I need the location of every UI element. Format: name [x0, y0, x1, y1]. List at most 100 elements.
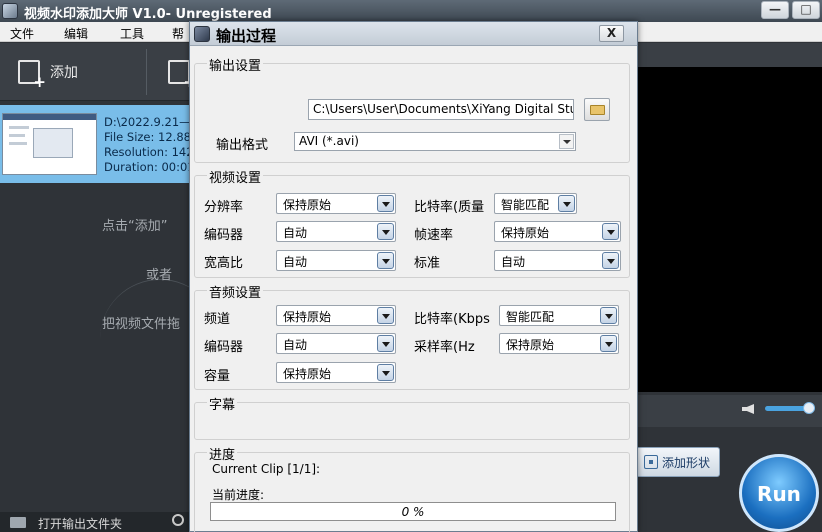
- file-resolution: Resolution: 142: [104, 145, 194, 159]
- current-progress-bar: 0 %: [210, 502, 616, 521]
- thumbnail-line: [9, 134, 25, 137]
- audio-channel-label: 频道: [204, 312, 231, 327]
- chevron-down-icon: [377, 223, 394, 240]
- search-icon[interactable]: [172, 514, 184, 526]
- video-aspect-select[interactable]: 自动: [276, 250, 396, 271]
- chevron-down-icon: [602, 223, 619, 240]
- video-settings-title: 视频设置: [207, 167, 264, 186]
- video-encoder-value: 自动: [283, 226, 308, 240]
- video-standard-label: 标准: [414, 256, 441, 271]
- video-resolution-label: 分辨率: [204, 200, 244, 215]
- video-thumbnail: [2, 113, 97, 175]
- audio-bitrate-value: 智能匹配: [506, 310, 555, 324]
- video-framerate-value: 保持原始: [501, 226, 550, 240]
- output-format-select[interactable]: AVI (*.avi): [294, 132, 576, 151]
- add-file-label: 添加: [50, 65, 78, 81]
- app-title: 视频水印添加大师 V1.0- Unregistered: [24, 7, 272, 22]
- dialog-titlebar: 输出过程 X: [190, 22, 637, 46]
- chevron-down-icon: [559, 134, 574, 149]
- player-controls: [637, 395, 822, 427]
- video-framerate-select[interactable]: 保持原始: [494, 221, 621, 242]
- audio-bitrate-label: 比特率(Kbps: [414, 312, 490, 327]
- dialog-close-button[interactable]: X: [599, 25, 624, 42]
- audio-encoder-select[interactable]: 自动: [276, 333, 396, 354]
- dialog-title: 输出过程: [216, 27, 277, 45]
- subtitle-title: 字幕: [207, 394, 238, 413]
- menu-tools[interactable]: 工具: [120, 25, 144, 42]
- chevron-down-icon: [602, 252, 619, 269]
- menu-file[interactable]: 文件: [10, 25, 34, 42]
- browse-folder-button[interactable]: [584, 98, 610, 121]
- hint-click-add: 点击“添加”: [102, 219, 168, 234]
- thumbnail-bar: [3, 114, 96, 120]
- hint-or: 或者: [146, 268, 173, 283]
- open-folder-icon: [590, 105, 605, 115]
- folder-icon: [10, 517, 26, 528]
- video-bitrate-label: 比特率(质量: [414, 200, 485, 215]
- audio-channel-value: 保持原始: [283, 310, 332, 324]
- output-settings-title: 输出设置: [207, 55, 264, 74]
- thumbnail-line: [9, 142, 27, 145]
- thumbnail-window: [33, 128, 73, 158]
- chevron-down-icon: [377, 252, 394, 269]
- audio-channel-select[interactable]: 保持原始: [276, 305, 396, 326]
- video-encoder-label: 编码器: [204, 228, 244, 243]
- bottom-bar: 打开输出文件夹: [0, 512, 190, 532]
- volume-slider-handle[interactable]: [803, 402, 815, 414]
- video-resolution-value: 保持原始: [283, 198, 332, 212]
- thumbnail-line: [9, 126, 29, 129]
- video-framerate-label: 帧速率: [414, 228, 454, 243]
- current-clip-label: Current Clip [1/1]:: [212, 462, 321, 476]
- video-aspect-value: 自动: [283, 255, 308, 269]
- audio-encoder-label: 编码器: [204, 340, 244, 355]
- video-resolution-select[interactable]: 保持原始: [276, 193, 396, 214]
- current-progress-label: 当前进度:: [212, 488, 265, 502]
- chevron-down-icon: [600, 335, 617, 352]
- file-list-item[interactable]: D:\2022.9.21— File Size: 12.88 Resolutio…: [0, 105, 195, 183]
- chevron-down-icon: [377, 195, 394, 212]
- audio-encoder-value: 自动: [283, 338, 308, 352]
- subtitle-group: 字幕: [194, 394, 630, 440]
- chevron-down-icon: [377, 364, 394, 381]
- audio-settings-title: 音频设置: [207, 282, 264, 301]
- second-toolbar-button[interactable]: [168, 51, 196, 93]
- output-path-field[interactable]: C:\Users\User\Documents\XiYang Digital S…: [308, 99, 574, 120]
- run-button[interactable]: Run: [739, 454, 819, 532]
- maximize-button[interactable]: □: [792, 1, 820, 19]
- add-file-button[interactable]: 添加: [18, 51, 78, 93]
- audio-samplerate-value: 保持原始: [506, 338, 555, 352]
- file-path: D:\2022.9.21—: [104, 115, 191, 129]
- output-path-text: C:\Users\User\Documents\XiYang Digital S…: [313, 102, 573, 116]
- open-output-folder-button[interactable]: 打开输出文件夹: [38, 515, 122, 532]
- video-encoder-select[interactable]: 自动: [276, 221, 396, 242]
- chevron-down-icon: [377, 307, 394, 324]
- menu-edit[interactable]: 编辑: [64, 25, 88, 42]
- output-format-value: AVI (*.avi): [299, 134, 359, 148]
- app-titlebar: 视频水印添加大师 V1.0- Unregistered — □: [0, 0, 822, 22]
- file-meta: D:\2022.9.21— File Size: 12.88 Resolutio…: [104, 115, 195, 175]
- menu-help[interactable]: 帮: [172, 25, 184, 42]
- video-standard-value: 自动: [501, 255, 526, 269]
- output-process-dialog: 输出过程 X 输出设置 C:\Users\User\Documents\XiYa…: [189, 21, 638, 532]
- chevron-down-icon: [558, 195, 575, 212]
- video-aspect-label: 宽高比: [204, 256, 244, 271]
- audio-volume-select[interactable]: 保持原始: [276, 362, 396, 383]
- toolbar-divider: [146, 49, 147, 95]
- audio-samplerate-select[interactable]: 保持原始: [499, 333, 619, 354]
- add-shape-label: 添加形状: [661, 455, 710, 470]
- output-format-label: 输出格式: [216, 138, 269, 153]
- video-preview: [637, 67, 822, 392]
- hint-drag-files: 把视频文件拖: [102, 317, 181, 332]
- video-bitrate-value: 智能匹配: [501, 198, 550, 212]
- progress-title: 进度: [207, 444, 238, 463]
- shape-icon: [643, 455, 658, 469]
- add-shape-button[interactable]: 添加形状: [634, 447, 720, 477]
- minimize-button[interactable]: —: [761, 1, 789, 19]
- video-standard-select[interactable]: 自动: [494, 250, 621, 271]
- file-size: File Size: 12.88: [104, 130, 191, 144]
- app-logo-icon: [2, 3, 18, 19]
- dialog-app-icon: [194, 26, 210, 42]
- file-duration: Duration: 00:01: [104, 160, 195, 174]
- video-bitrate-select[interactable]: 智能匹配: [494, 193, 577, 214]
- audio-bitrate-select[interactable]: 智能匹配: [499, 305, 619, 326]
